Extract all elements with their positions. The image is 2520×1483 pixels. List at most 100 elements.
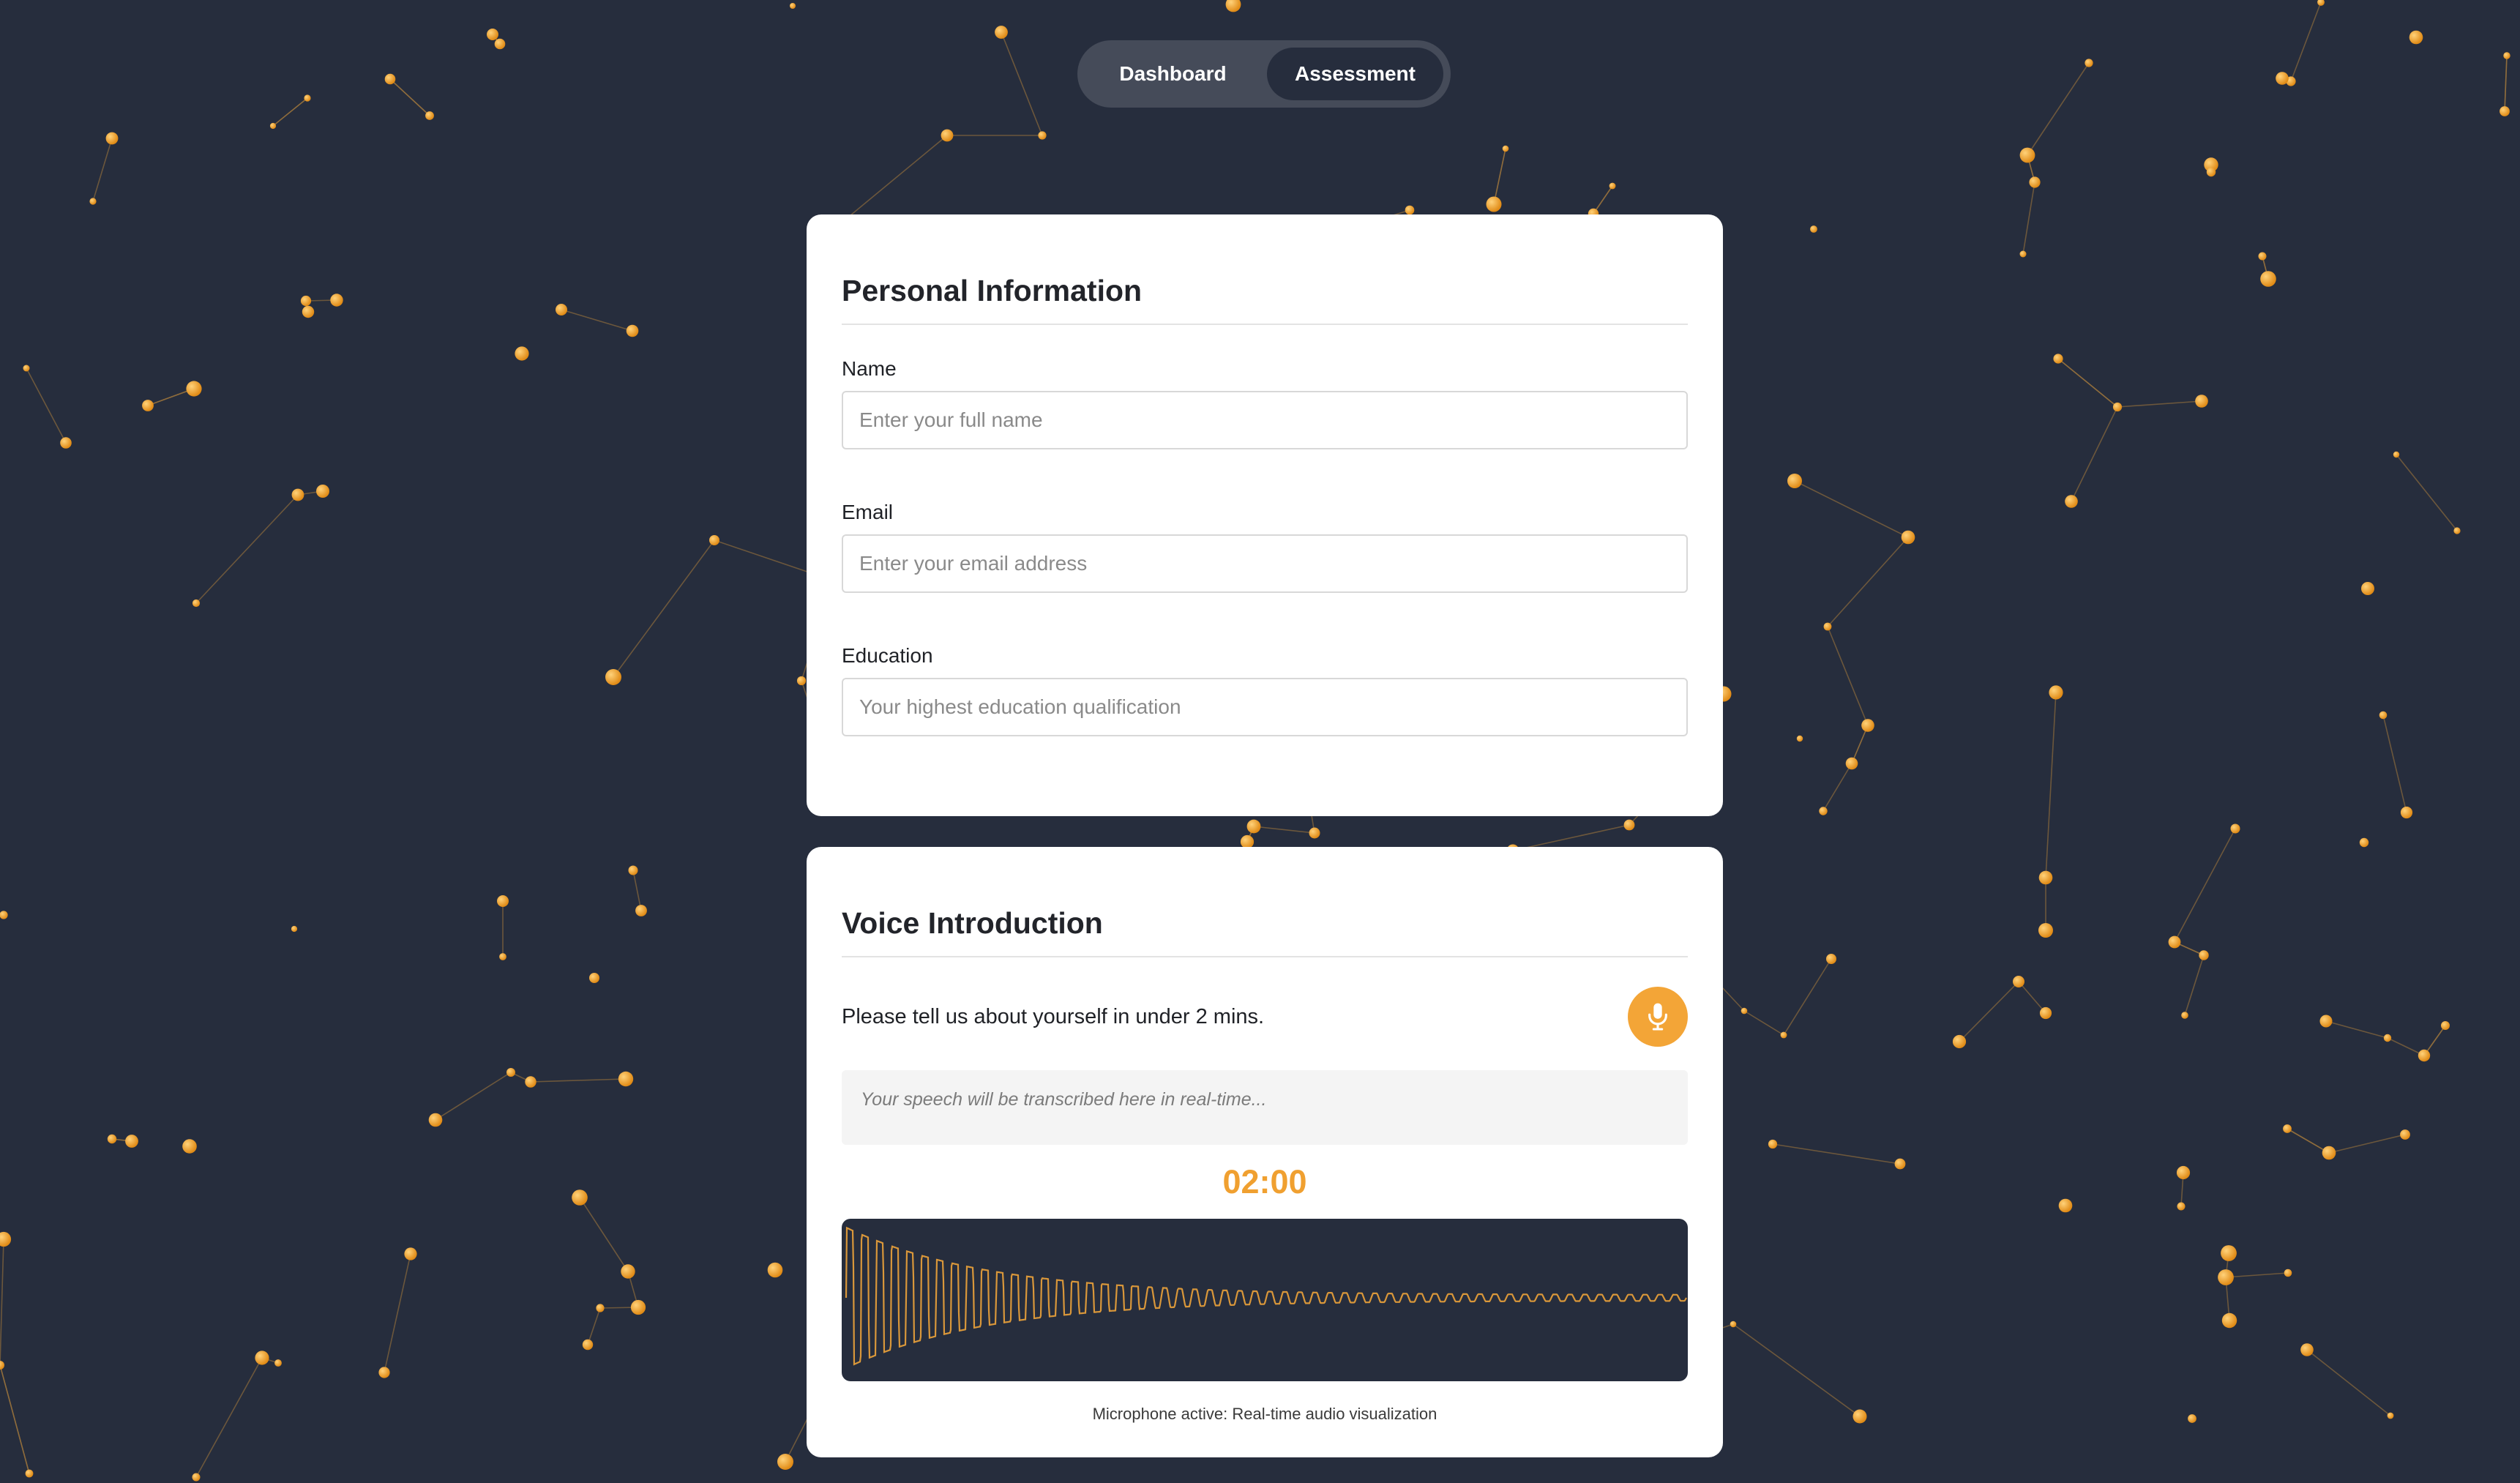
star-dot [626,324,639,337]
star-dot [2038,870,2053,885]
star-dot [1038,131,1047,140]
star-dot [2085,59,2093,67]
name-field-group: Name [842,357,1688,449]
star-dot [1861,719,1874,732]
star-dot [635,905,647,916]
star-dot [2322,1146,2336,1160]
tab-assessment[interactable]: Assessment [1267,48,1443,100]
star-dot [2258,252,2267,261]
email-input[interactable] [842,534,1688,593]
star-dot [767,1262,783,1278]
star-dot [302,305,315,318]
email-label: Email [842,501,894,523]
star-dot [1309,827,1320,839]
education-label: Education [842,644,933,667]
star-dot [2379,711,2388,720]
star-dot [2221,1312,2237,1329]
star-dot [300,295,312,307]
star-dot [790,3,796,9]
name-label: Name [842,357,897,380]
waveform-line [845,1226,1687,1366]
star-dot [2359,837,2369,848]
star-dot [941,129,954,142]
star-dot [596,1304,605,1312]
section-title: Voice Introduction [842,847,1688,957]
star-dot [2199,950,2209,960]
star-dot [269,122,277,130]
star-dot [1787,474,1802,488]
star-dot [2221,1245,2237,1261]
microphone-status: Microphone active: Real-time audio visua… [1092,1405,1437,1423]
top-nav: Dashboard Assessment [1077,40,1451,108]
star-dot [1852,1409,1867,1424]
star-dot [499,953,506,960]
star-dot [2500,106,2510,116]
star-dot [404,1247,417,1260]
star-dot [995,26,1008,39]
voice-prompt: Please tell us about yourself in under 2… [842,1004,1265,1028]
email-field-group: Email [842,501,1688,593]
star-dot [2441,1021,2450,1030]
star-dot [1901,530,1915,545]
star-dot [1780,1031,1787,1039]
star-dot [192,1473,201,1482]
star-dot [1823,622,1832,631]
star-dot [2230,823,2240,834]
star-dot [1405,205,1415,215]
star-dot [425,111,434,120]
star-dot [274,1359,282,1367]
page: Dashboard Assessment Personal Informatio… [0,0,2520,1483]
name-input[interactable] [842,391,1688,449]
star-dot [107,1134,117,1144]
star-dot [1810,225,1817,233]
star-dot [105,132,119,145]
star-dot [186,381,202,397]
star-dot [2112,402,2123,412]
star-dot [291,488,304,501]
star-dot [2393,451,2400,458]
star-dot [1486,196,1502,212]
star-dot [506,1068,515,1077]
microphone-button[interactable] [1628,987,1688,1047]
star-dot [2053,354,2063,364]
star-dot [1741,1007,1748,1015]
star-dot [2038,923,2053,938]
star-dot [0,911,8,919]
star-dot [2383,1034,2392,1042]
tab-dashboard[interactable]: Dashboard [1085,48,1261,100]
star-dot [2284,1269,2292,1277]
education-input[interactable] [842,678,1688,736]
star-dot [1796,735,1803,742]
star-dot [618,1071,634,1087]
microphone-icon [1648,1003,1667,1031]
star-dot [709,535,719,545]
star-dot [2049,685,2063,700]
star-dot [255,1351,269,1365]
star-dot [621,1264,635,1279]
star-dot [0,1361,4,1370]
star-dot [2218,1269,2234,1285]
star-dot [2177,1202,2186,1211]
star-dot [304,94,311,102]
section-title: Personal Information [842,214,1688,325]
star-dot [2361,582,2374,595]
star-dot [1768,1139,1778,1149]
star-dot [182,1139,197,1154]
star-dot [378,1367,390,1378]
star-dot [2503,52,2510,59]
star-dot [291,925,298,933]
star-dot [2387,1412,2394,1419]
star-dot [1826,954,1836,964]
star-dot [1246,819,1261,834]
star-dot [2400,806,2413,819]
star-dot [1952,1034,1967,1049]
star-dot [2276,72,2289,85]
star-dot [192,599,201,608]
star-dot [2260,271,2276,287]
star-dot [316,485,329,498]
star-dot [125,1135,138,1148]
star-dot [2019,147,2035,163]
star-dot [605,669,621,685]
star-dot [2168,935,2181,949]
star-dot [796,676,807,686]
